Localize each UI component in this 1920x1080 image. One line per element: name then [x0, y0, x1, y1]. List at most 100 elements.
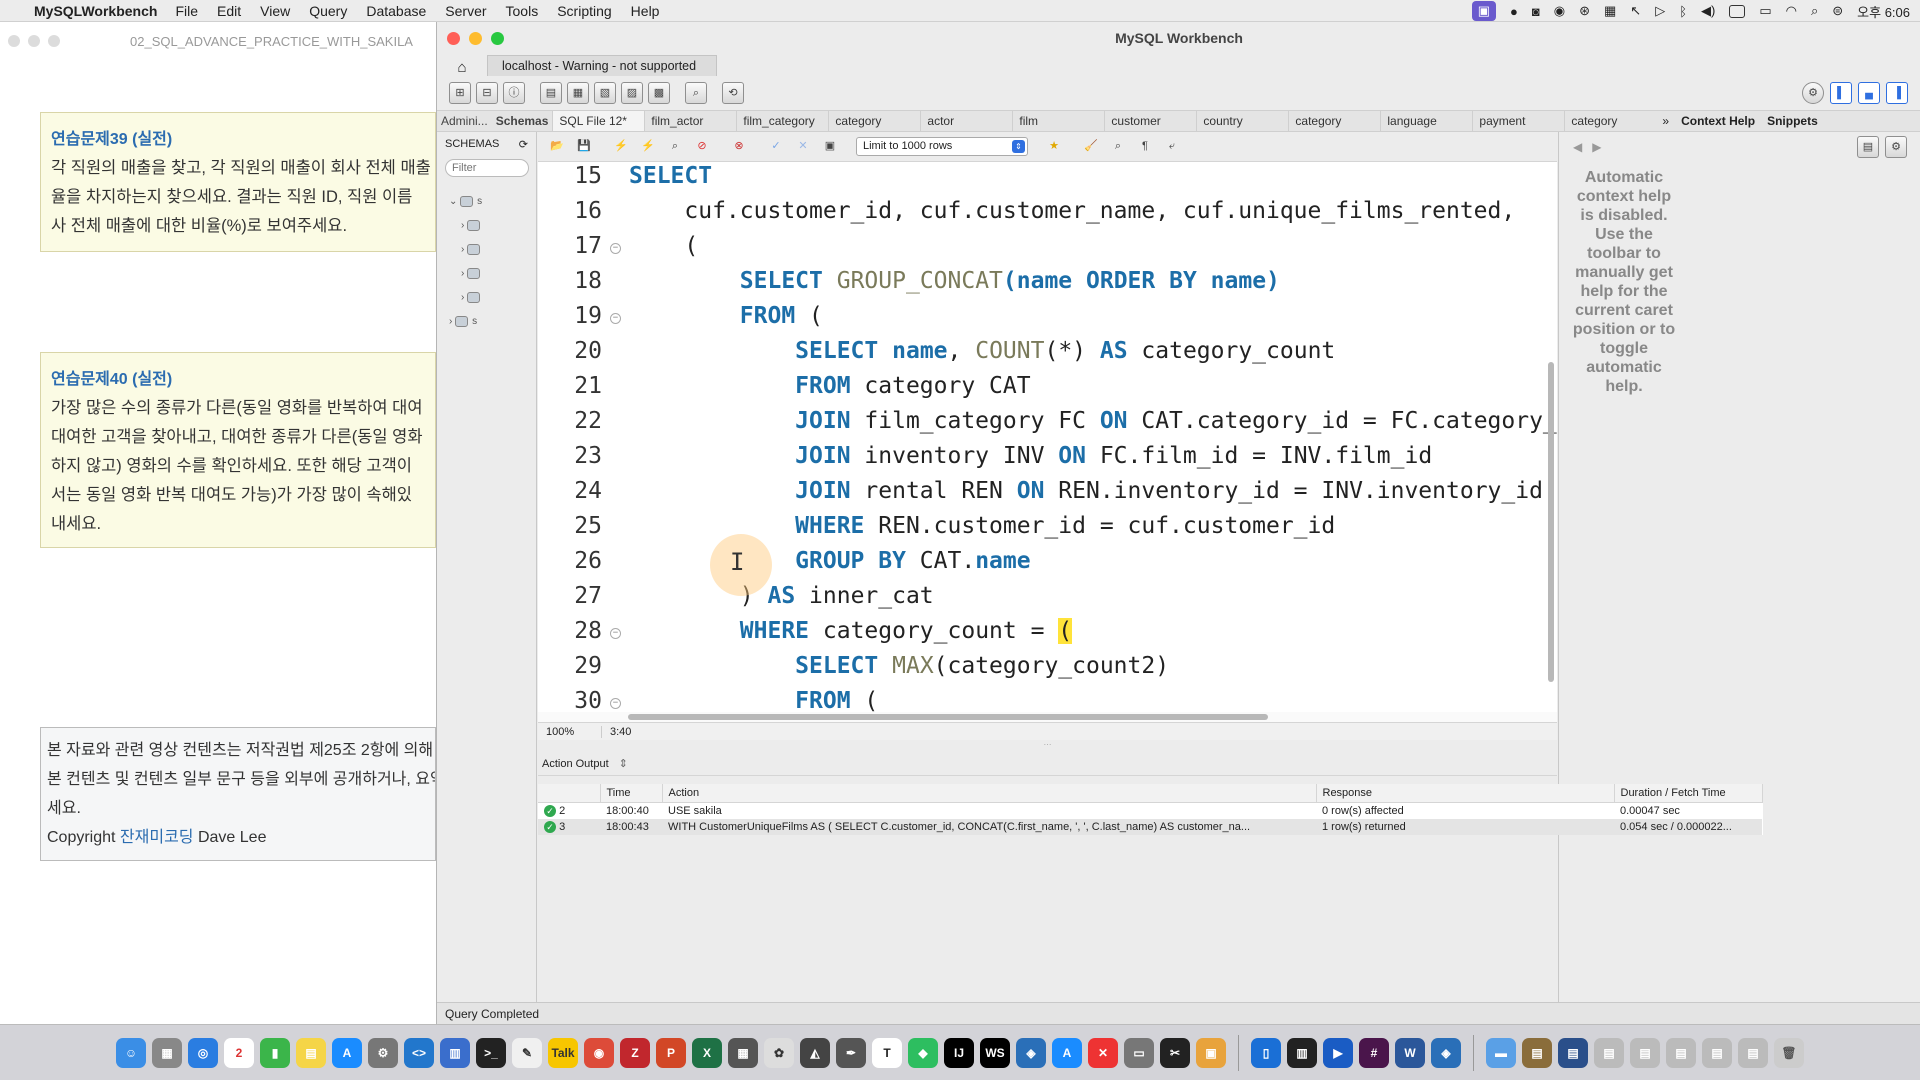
schema-node[interactable]: › s	[437, 309, 536, 333]
tables-node[interactable]: ›	[437, 213, 536, 237]
pen-icon[interactable]: ✒	[836, 1037, 866, 1068]
webstorm-icon[interactable]: WS	[980, 1037, 1010, 1068]
column-header[interactable]: Time	[600, 784, 663, 803]
play-icon[interactable]: ▷	[1655, 3, 1665, 19]
input-source-icon[interactable]	[1729, 4, 1746, 18]
volume-icon[interactable]: ◀)	[1701, 3, 1715, 19]
tab-payment[interactable]: payment	[1472, 111, 1564, 131]
autocommit-icon[interactable]: ▣	[819, 136, 841, 158]
calendar-icon[interactable]: 2	[224, 1037, 254, 1068]
fold-toggle-icon[interactable]: −	[610, 628, 621, 639]
toggle-sidebar-icon[interactable]: ▌	[1830, 82, 1852, 104]
manual-help-icon[interactable]: ▤	[1857, 136, 1879, 158]
menu-view[interactable]: View	[260, 3, 290, 19]
editor-vertical-scrollbar[interactable]	[1547, 172, 1555, 712]
code-line[interactable]: FROM category CAT	[629, 373, 1030, 399]
column-header[interactable]: Duration / Fetch Time	[1614, 784, 1763, 803]
tab-country[interactable]: country	[1196, 111, 1288, 131]
commit-icon[interactable]: ✓	[765, 136, 787, 158]
typora-icon[interactable]: T	[872, 1037, 902, 1068]
close-icon[interactable]	[8, 35, 20, 47]
menu-edit[interactable]: Edit	[217, 3, 241, 19]
chevron-right-icon[interactable]: ›	[461, 220, 464, 231]
schema-filter-input[interactable]	[445, 159, 529, 177]
execute-current-icon[interactable]: ⚡	[637, 136, 659, 158]
open-file-icon[interactable]: 📂	[546, 136, 568, 158]
app-store-icon[interactable]: A	[332, 1037, 362, 1068]
search-icon[interactable]: ⌕	[1811, 3, 1818, 19]
code-line[interactable]: JOIN inventory INV ON FC.film_id = INV.f…	[629, 443, 1432, 469]
back-icon[interactable]: ◀	[1573, 140, 1582, 154]
slack-icon[interactable]: #	[1359, 1037, 1389, 1068]
excel-icon[interactable]: X	[692, 1037, 722, 1068]
script-editor-icon[interactable]: ✎	[512, 1037, 542, 1068]
schema-node[interactable]: ⌄ s	[437, 189, 536, 213]
grammar-icon[interactable]: ◉	[1554, 3, 1565, 19]
home-icon[interactable]: ⌂	[437, 59, 487, 76]
xcode-icon[interactable]: A	[1052, 1037, 1082, 1068]
tab-sql-file[interactable]: SQL File 12*	[552, 111, 645, 131]
code-line[interactable]: SELECT GROUP_CONCAT(name ORDER BY name)	[629, 268, 1280, 294]
new-sql-tab-icon[interactable]: ⊞	[449, 82, 471, 104]
camera-icon[interactable]: ◙	[1532, 4, 1540, 19]
author-link[interactable]: 잔재미코딩	[120, 829, 194, 846]
tab-category[interactable]: category	[828, 111, 920, 131]
open-sql-script-icon[interactable]: ⊟	[476, 82, 498, 104]
tab-film-actor[interactable]: film_actor	[644, 111, 736, 131]
photos-icon[interactable]: ✿	[764, 1037, 794, 1068]
arrow-icon[interactable]: ↖	[1630, 3, 1641, 19]
save-icon[interactable]: 💾	[573, 136, 595, 158]
launchpad-icon[interactable]: ▦	[152, 1037, 182, 1068]
intellij-icon[interactable]: IJ	[944, 1037, 974, 1068]
filezilla-icon[interactable]: Z	[620, 1037, 650, 1068]
code-line[interactable]: SELECT	[629, 163, 712, 189]
table-row[interactable]: ✓ 3 18:00:43 WITH CustomerUniqueFilms AS…	[538, 819, 1762, 835]
safari-icon[interactable]: ◎	[188, 1037, 218, 1068]
sql-editor[interactable]: 151617−1819−202122232425262728−2930−3132…	[538, 162, 1557, 712]
tab-administration[interactable]: Admini...	[437, 111, 492, 131]
code-line[interactable]: GROUP BY CAT.name	[629, 548, 1030, 574]
chrome-icon[interactable]: ◉	[584, 1037, 614, 1068]
row-limit-select[interactable]: Limit to 1000 rows ⇕	[856, 137, 1028, 156]
workbench-small-icon[interactable]: ◈	[1431, 1037, 1461, 1068]
zoom-icon[interactable]	[48, 35, 60, 47]
grid-icon[interactable]: ▦	[1604, 3, 1616, 19]
chevron-right-icon[interactable]: ›	[461, 268, 464, 279]
preview-icon[interactable]: ▭	[1124, 1037, 1154, 1068]
powerpoint-icon[interactable]: P	[656, 1037, 686, 1068]
splitter-handle[interactable]: ⋯	[538, 740, 1557, 752]
forward-icon[interactable]: ▶	[1592, 140, 1601, 154]
explain-icon[interactable]: ⌕	[664, 136, 686, 158]
connection-tab[interactable]: localhost - Warning - not supported	[487, 55, 717, 76]
functions-node[interactable]: ›	[437, 285, 536, 309]
scroll-thumb[interactable]	[628, 714, 1268, 720]
fold-toggle-icon[interactable]: −	[610, 243, 621, 254]
refresh-icon[interactable]: ⟳	[519, 138, 528, 151]
create-schema-icon[interactable]: ▤	[540, 82, 562, 104]
chevron-updown-icon[interactable]: ⇕	[619, 757, 628, 770]
system-settings-icon[interactable]: ⚙	[368, 1037, 398, 1068]
menu-query[interactable]: Query	[309, 3, 347, 19]
stack-icon[interactable]: ▤	[1558, 1037, 1588, 1068]
code-line[interactable]: (	[629, 233, 698, 259]
tab-category[interactable]: category	[1564, 111, 1656, 131]
menu-tools[interactable]: Tools	[506, 3, 539, 19]
column-header[interactable]: Action	[662, 784, 1317, 803]
find-icon[interactable]: ⌕	[1107, 136, 1129, 158]
add-snippet-icon[interactable]: ★	[1043, 136, 1065, 158]
chevron-right-icon[interactable]: ›	[449, 316, 452, 327]
stack-icon[interactable]: ▤	[1702, 1037, 1732, 1068]
control-center-icon[interactable]: ⊜	[1832, 3, 1843, 19]
toggle-continue-on-error-icon[interactable]: ⊗	[728, 136, 750, 158]
auto-help-icon[interactable]: ⚙	[1885, 136, 1907, 158]
stack-icon[interactable]: ▤	[1666, 1037, 1696, 1068]
tab-language[interactable]: language	[1380, 111, 1472, 131]
terminal-icon[interactable]: >_	[476, 1037, 506, 1068]
notes-icon[interactable]: ▤	[296, 1037, 326, 1068]
tab-category[interactable]: category	[1288, 111, 1380, 131]
mysql-workbench-icon[interactable]: ◈	[1016, 1037, 1046, 1068]
create-procedure-icon[interactable]: ▨	[621, 82, 643, 104]
rollback-icon[interactable]: ✕	[792, 136, 814, 158]
settings-icon[interactable]: ⊛	[1579, 3, 1590, 19]
inspector-icon[interactable]: ⓘ	[503, 82, 525, 104]
